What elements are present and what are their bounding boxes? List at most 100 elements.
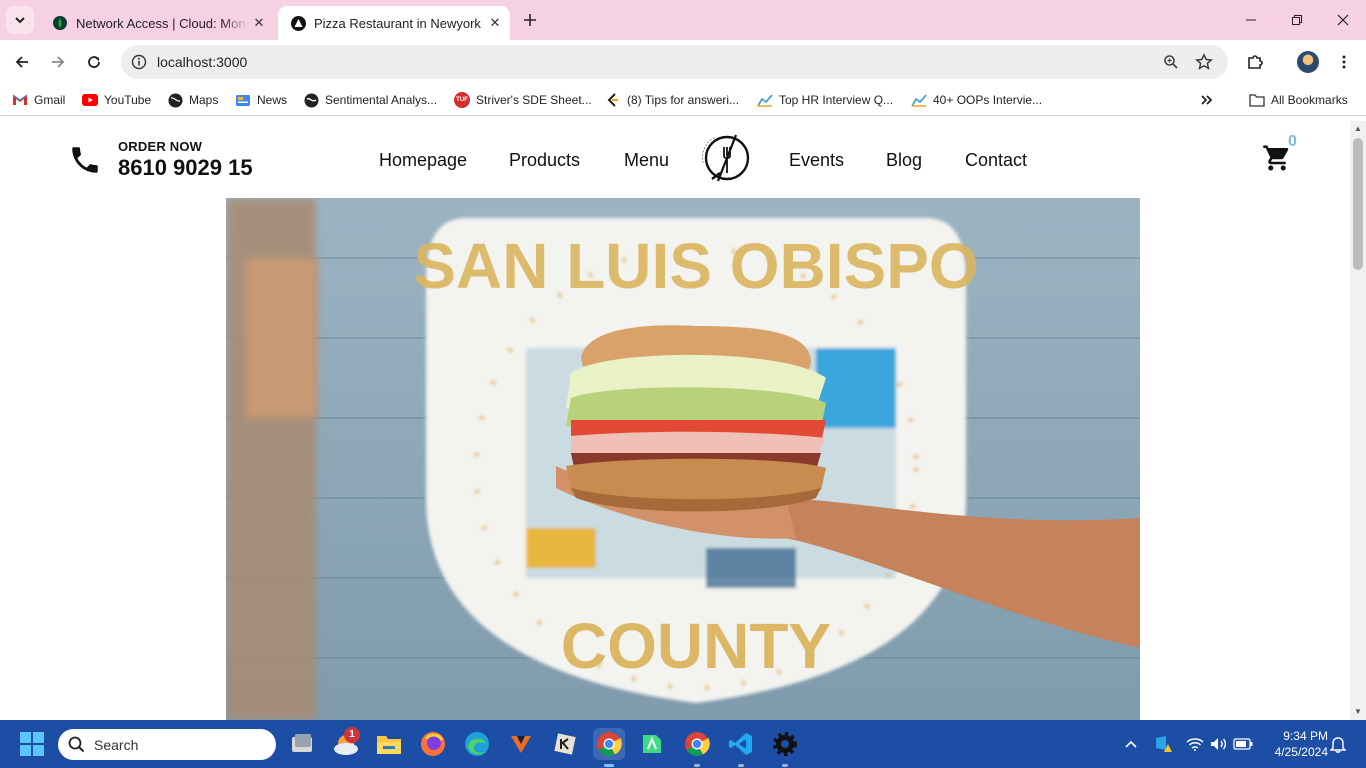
zoom-icon[interactable] xyxy=(1159,50,1183,74)
tuf-icon: TUF xyxy=(454,92,470,108)
chevron-up-icon[interactable] xyxy=(1119,732,1143,756)
nav-homepage[interactable]: Homepage xyxy=(379,150,467,171)
bookmark-oops-interview[interactable]: 40+ OOPs Intervie... xyxy=(911,91,1042,109)
sign-bottom-text: COUNTY xyxy=(561,610,831,682)
bookmark-youtube[interactable]: YouTube xyxy=(82,91,151,109)
bookmark-top-hr-interview[interactable]: Top HR Interview Q... xyxy=(757,91,893,109)
notifications-bell-icon[interactable] xyxy=(1326,732,1350,756)
bookmark-sentimental-analysis[interactable]: Sentimental Analys... xyxy=(303,91,437,109)
vscode-icon[interactable] xyxy=(725,728,757,760)
bookmark-gmail[interactable]: Gmail xyxy=(12,91,65,109)
folder-icon xyxy=(1249,92,1265,108)
bookmark-label: YouTube xyxy=(104,93,152,107)
settings-gear-icon[interactable] xyxy=(769,728,801,760)
bookmarks-bar: Gmail YouTube Maps News Sentimental Anal… xyxy=(0,84,1366,116)
bookmark-label: Top HR Interview Q... xyxy=(779,93,894,107)
page-viewport: ORDER NOW 8610 9029 15 Homepage Products… xyxy=(0,121,1350,720)
browser-tab-strip: Network Access | Cloud: MongoDB Cloud ✕ … xyxy=(0,0,1366,40)
hero-image: SAN LUIS OBISPO COUNTY xyxy=(226,198,1140,720)
bookmark-label: (8) Tips for answeri... xyxy=(627,93,740,107)
close-icon[interactable]: ✕ xyxy=(484,12,506,34)
nav-contact[interactable]: Contact xyxy=(965,150,1027,171)
nav-menu[interactable]: Menu xyxy=(624,150,669,171)
chart-icon xyxy=(911,92,927,108)
bookmark-strivers-sde-sheet[interactable]: TUF Striver's SDE Sheet... xyxy=(454,91,592,109)
all-bookmarks-button[interactable]: All Bookmarks xyxy=(1249,91,1348,109)
minimize-button[interactable] xyxy=(1228,6,1274,34)
address-bar[interactable]: localhost:3000 xyxy=(121,45,1228,79)
browser-toolbar: localhost:3000 xyxy=(0,40,1366,84)
tab-mongodb[interactable]: Network Access | Cloud: MongoDB Cloud ✕ xyxy=(40,6,274,40)
chrome-icon[interactable] xyxy=(593,728,625,760)
more-vertical-icon xyxy=(1342,55,1346,69)
news-icon xyxy=(235,92,251,108)
file-explorer-icon[interactable] xyxy=(373,728,405,760)
mongodb-leaf-icon xyxy=(52,15,68,31)
browser-menu-button[interactable] xyxy=(1330,48,1358,76)
avatar xyxy=(1297,51,1319,73)
arrow-right-icon xyxy=(52,56,65,68)
url-text[interactable]: localhost:3000 xyxy=(157,54,247,70)
nav-products[interactable]: Products xyxy=(509,150,580,171)
security-warning-icon[interactable] xyxy=(1152,732,1176,756)
volume-icon[interactable] xyxy=(1207,732,1231,756)
restore-icon xyxy=(1292,15,1302,25)
edge-icon[interactable] xyxy=(461,728,493,760)
kodi-like-app-icon[interactable] xyxy=(549,728,581,760)
chevron-down-icon xyxy=(15,17,25,24)
task-view-icon[interactable] xyxy=(286,728,318,760)
close-icon[interactable]: ✕ xyxy=(248,12,270,34)
windows-taskbar: Search 9:34 PM 4/25/2024 xyxy=(0,720,1366,768)
restore-button[interactable] xyxy=(1274,6,1320,34)
tab-search-button[interactable] xyxy=(6,6,34,34)
page-scrollbar[interactable]: ▲ ▼ xyxy=(1350,121,1366,720)
extensions-button[interactable] xyxy=(1241,48,1269,76)
restaurant-logo[interactable] xyxy=(698,129,754,189)
close-icon xyxy=(1337,14,1349,26)
bookmark-tips-for-answering[interactable]: (8) Tips for answeri... xyxy=(605,91,739,109)
order-now-label: ORDER NOW xyxy=(118,139,203,154)
bookmark-label: Sentimental Analys... xyxy=(325,93,438,107)
bookmark-label: 40+ OOPs Intervie... xyxy=(933,93,1043,107)
profile-button[interactable] xyxy=(1294,48,1322,76)
windows-start-icon[interactable] xyxy=(20,732,44,756)
bookmark-news[interactable]: News xyxy=(235,91,287,109)
bookmark-label: News xyxy=(257,93,288,107)
nav-events[interactable]: Events xyxy=(789,150,844,171)
phone-icon xyxy=(72,147,98,173)
new-tab-button[interactable] xyxy=(518,8,542,32)
taskbar-search-box[interactable]: Search xyxy=(58,729,276,760)
bookmark-maps[interactable]: Maps xyxy=(167,91,218,109)
tab-title: Network Access | Cloud: MongoDB Cloud xyxy=(76,15,248,31)
running-app-indicator xyxy=(738,764,744,767)
close-window-button[interactable] xyxy=(1320,6,1366,34)
tab-pizza-restaurant[interactable]: Pizza Restaurant in Newyork ✕ xyxy=(278,6,510,40)
site-info-icon[interactable] xyxy=(127,50,151,74)
scroll-down-icon[interactable]: ▼ xyxy=(1353,707,1363,717)
reload-icon xyxy=(88,56,100,68)
order-phone-number[interactable]: 8610 9029 15 xyxy=(118,155,253,181)
battery-icon[interactable] xyxy=(1231,732,1255,756)
system-clock[interactable]: 9:34 PM 4/25/2024 xyxy=(1262,728,1328,760)
puzzle-piece-icon xyxy=(1248,55,1263,69)
firefox-icon[interactable] xyxy=(417,728,449,760)
running-app-indicator xyxy=(694,764,700,767)
android-studio-icon[interactable] xyxy=(636,728,668,760)
cart-count-badge: 0 xyxy=(1288,133,1297,150)
active-app-indicator xyxy=(604,764,614,767)
reload-button[interactable] xyxy=(80,48,108,76)
chrome-profile-icon[interactable] xyxy=(681,728,713,760)
bookmarks-overflow-button[interactable] xyxy=(1200,91,1214,109)
sandwich-photo-illustration: SAN LUIS OBISPO COUNTY xyxy=(226,198,1140,720)
scrollbar-thumb[interactable] xyxy=(1353,138,1363,270)
back-button[interactable] xyxy=(8,48,36,76)
scroll-up-icon[interactable]: ▲ xyxy=(1353,124,1363,134)
nav-blog[interactable]: Blog xyxy=(886,150,922,171)
forward-button[interactable] xyxy=(44,48,72,76)
wifi-icon[interactable] xyxy=(1183,732,1207,756)
running-app-indicator xyxy=(782,764,788,767)
clock-date: 4/25/2024 xyxy=(1274,745,1328,759)
all-bookmarks-label: All Bookmarks xyxy=(1271,93,1348,107)
vpn-app-icon[interactable] xyxy=(505,728,537,760)
bookmark-star-icon[interactable] xyxy=(1192,50,1216,74)
